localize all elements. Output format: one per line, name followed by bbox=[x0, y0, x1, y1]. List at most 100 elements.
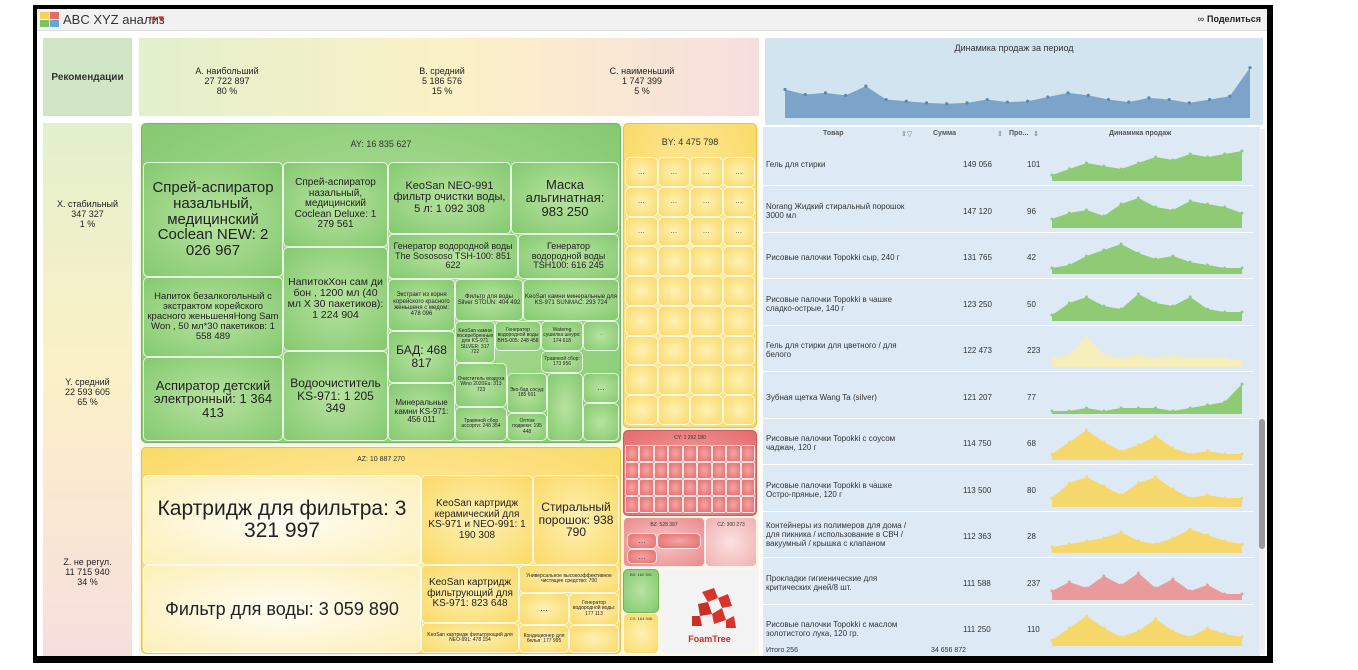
tile-ay-22[interactable]: Оптом подвеки: 195 448 bbox=[507, 413, 547, 441]
by-tile[interactable]: ... bbox=[657, 157, 690, 187]
by-tile[interactable] bbox=[657, 395, 690, 425]
th-sum[interactable]: Сумма bbox=[933, 130, 956, 137]
by-tile[interactable] bbox=[625, 395, 658, 425]
tile-ay-17[interactable]: Травяной сбор: 173 956 bbox=[541, 351, 583, 373]
by-tile[interactable] bbox=[657, 305, 690, 336]
tile-az-6[interactable]: Универсальное высокоэффективное чистящее… bbox=[519, 565, 619, 593]
table-row[interactable]: Зубная щетка Wang Ta (silver) 121 207 77 bbox=[763, 373, 1257, 419]
cy-tile[interactable] bbox=[711, 445, 727, 462]
by-tile[interactable] bbox=[657, 276, 690, 306]
tile-ay-18[interactable]: Очиститель воздуха Wino 2020Eu: 313 723 bbox=[455, 363, 507, 407]
cy-tile[interactable] bbox=[653, 462, 669, 479]
tile-az-3[interactable]: Стиральный порошок: 938 790 bbox=[533, 475, 619, 565]
by-tile[interactable] bbox=[625, 276, 658, 306]
by-tile[interactable] bbox=[690, 276, 723, 306]
table-scrollbar[interactable] bbox=[1259, 129, 1265, 654]
tile-ay-14[interactable]: Аспиратор детский электронный: 1 364 413 bbox=[143, 357, 283, 441]
th-product[interactable]: Товар bbox=[823, 130, 844, 137]
table-row[interactable]: Norang Жидкий стиральный порошок 3000 мл… bbox=[763, 187, 1257, 233]
tile-ay-12[interactable]: Генератор водородной воды BHS-005: 248 4… bbox=[495, 321, 541, 351]
cy-tile[interactable] bbox=[639, 479, 654, 496]
tile-ay-5[interactable]: Генератор водородной воды TSH100: 616 24… bbox=[518, 234, 619, 279]
cy-tile[interactable] bbox=[653, 445, 669, 462]
table-row[interactable]: Гель для стирки для цветного / для белог… bbox=[763, 327, 1257, 372]
cy-tile[interactable] bbox=[740, 445, 755, 462]
cy-tile[interactable] bbox=[726, 496, 741, 513]
tile-az-more[interactable]: ... bbox=[519, 593, 569, 625]
table-row[interactable]: Рисовые палочки Topokki в чашке Остро-пр… bbox=[763, 466, 1257, 512]
tile-ay-7[interactable]: НапитокХон сам ди бон , 1200 мл (40 мл X… bbox=[283, 247, 388, 351]
tile-ay-3[interactable]: Маска альгинатная: 983 250 bbox=[511, 162, 619, 234]
cy-tile[interactable] bbox=[711, 496, 727, 513]
cy-tile[interactable] bbox=[653, 479, 669, 496]
th-dyn[interactable]: Динамика продаж bbox=[1109, 130, 1171, 137]
xyz-y[interactable]: Y. средний 22 593 605 65 % bbox=[43, 377, 132, 407]
cy-tile[interactable] bbox=[726, 462, 741, 479]
by-tile[interactable] bbox=[690, 365, 723, 396]
cy-tile[interactable] bbox=[697, 462, 712, 479]
tile-ay-21[interactable]: Эко-бад сосуд: 185 661 bbox=[507, 373, 547, 413]
by-tile[interactable] bbox=[690, 335, 723, 366]
table-row[interactable]: Рисовые палочки Topokki с маслом золотис… bbox=[763, 606, 1257, 651]
by-tile[interactable]: ... bbox=[690, 216, 723, 247]
tile-ay-8[interactable]: Экстракт из корня корейского красного же… bbox=[388, 279, 455, 331]
tile-ay-16[interactable]: Водоочиститель KS-971: 1 205 349 bbox=[283, 351, 388, 441]
th-pct[interactable]: Про... bbox=[1009, 130, 1028, 137]
tile-ay-more-1[interactable]: ... bbox=[583, 373, 619, 403]
tile-ay-1[interactable]: Спрей-аспиратор назальный, медицинский C… bbox=[283, 162, 388, 247]
cy-tile[interactable] bbox=[625, 445, 640, 462]
by-tile[interactable] bbox=[690, 246, 723, 277]
cy-tile[interactable] bbox=[668, 496, 683, 513]
cy-tile[interactable] bbox=[740, 479, 755, 496]
by-tile[interactable] bbox=[722, 395, 755, 425]
cy-tile[interactable] bbox=[726, 445, 741, 462]
table-row[interactable]: Рисовые палочки Topokki в чашке сладко-о… bbox=[763, 280, 1257, 326]
cy-tile[interactable] bbox=[682, 462, 698, 479]
tile-ay-15[interactable]: БАД: 468 817 bbox=[388, 331, 455, 383]
cy-tile[interactable] bbox=[639, 496, 654, 513]
tile-az-4[interactable]: KeoSan картридж фильтрующий для KS-971: … bbox=[421, 565, 519, 623]
cy-tile[interactable] bbox=[653, 496, 669, 513]
by-tile[interactable]: ... bbox=[625, 216, 658, 247]
tile-az-small[interactable] bbox=[569, 625, 619, 653]
tile-ay-13[interactable]: Waterng сушилка шнуро: 174 618 bbox=[541, 321, 583, 351]
tile-bz-more[interactable]: ... bbox=[627, 533, 657, 549]
by-tile[interactable]: ... bbox=[722, 216, 755, 247]
xyz-z[interactable]: Z. не регул. 11 715 940 34 % bbox=[43, 557, 132, 587]
cy-tile[interactable] bbox=[668, 445, 683, 462]
by-tile[interactable] bbox=[722, 246, 755, 277]
cy-tile[interactable] bbox=[625, 479, 640, 496]
cy-tile[interactable] bbox=[625, 462, 640, 479]
cy-tile[interactable] bbox=[740, 462, 755, 479]
tile-ay-10[interactable]: KeoSan камни минеральные для KS-971 SUNM… bbox=[523, 279, 619, 321]
tile-bz-more-2[interactable]: ... bbox=[627, 549, 657, 564]
by-tile[interactable] bbox=[625, 365, 658, 396]
bookmark-icon[interactable]: ❧▾ bbox=[149, 12, 164, 25]
table-row[interactable]: Контейнеры из полимеров для дома / для п… bbox=[763, 513, 1257, 558]
by-tile[interactable]: ... bbox=[625, 157, 658, 187]
tile-ay-4[interactable]: Генератор водородной воды The Sosososo T… bbox=[388, 234, 518, 279]
table-row[interactable]: Гель для стирки 149 056 101 bbox=[763, 141, 1257, 186]
cy-tile[interactable] bbox=[740, 496, 755, 513]
abc-a[interactable]: A. наибольший 27 722 897 80 % bbox=[167, 66, 287, 96]
tile-ay-2[interactable]: KeoSan NEO-991 фильтр очистки воды, 5 л:… bbox=[388, 162, 511, 234]
tile-az-8[interactable]: Генератор водородной воды: 177 113 bbox=[569, 593, 619, 625]
by-tile[interactable] bbox=[722, 305, 755, 336]
tile-ay-23[interactable]: · bbox=[583, 321, 619, 351]
cy-tile[interactable] bbox=[668, 479, 683, 496]
tile-ay-0[interactable]: Спрей-аспиратор назальный, медицинский C… bbox=[143, 162, 283, 277]
by-tile[interactable] bbox=[625, 335, 658, 366]
tile-ay-11[interactable]: KeoSan камни посеребренные для KS-971 SI… bbox=[455, 321, 495, 363]
by-tile[interactable]: ... bbox=[722, 186, 755, 217]
sort-icon[interactable]: ⇕ bbox=[1033, 130, 1039, 138]
by-tile[interactable]: ... bbox=[657, 216, 690, 247]
by-tile[interactable] bbox=[625, 246, 658, 277]
cy-tile[interactable] bbox=[682, 445, 698, 462]
cy-tile[interactable] bbox=[682, 479, 698, 496]
sort-icon[interactable]: ⇕▽ bbox=[901, 130, 912, 138]
table-row[interactable]: Прокладки гигиенические для критических … bbox=[763, 559, 1257, 605]
by-tile[interactable] bbox=[657, 246, 690, 277]
tile-ay-9[interactable]: Фильтр для воды Silver STOUN: 404 492 bbox=[455, 279, 523, 321]
cy-tile[interactable] bbox=[682, 496, 698, 513]
cy-tile[interactable] bbox=[697, 445, 712, 462]
